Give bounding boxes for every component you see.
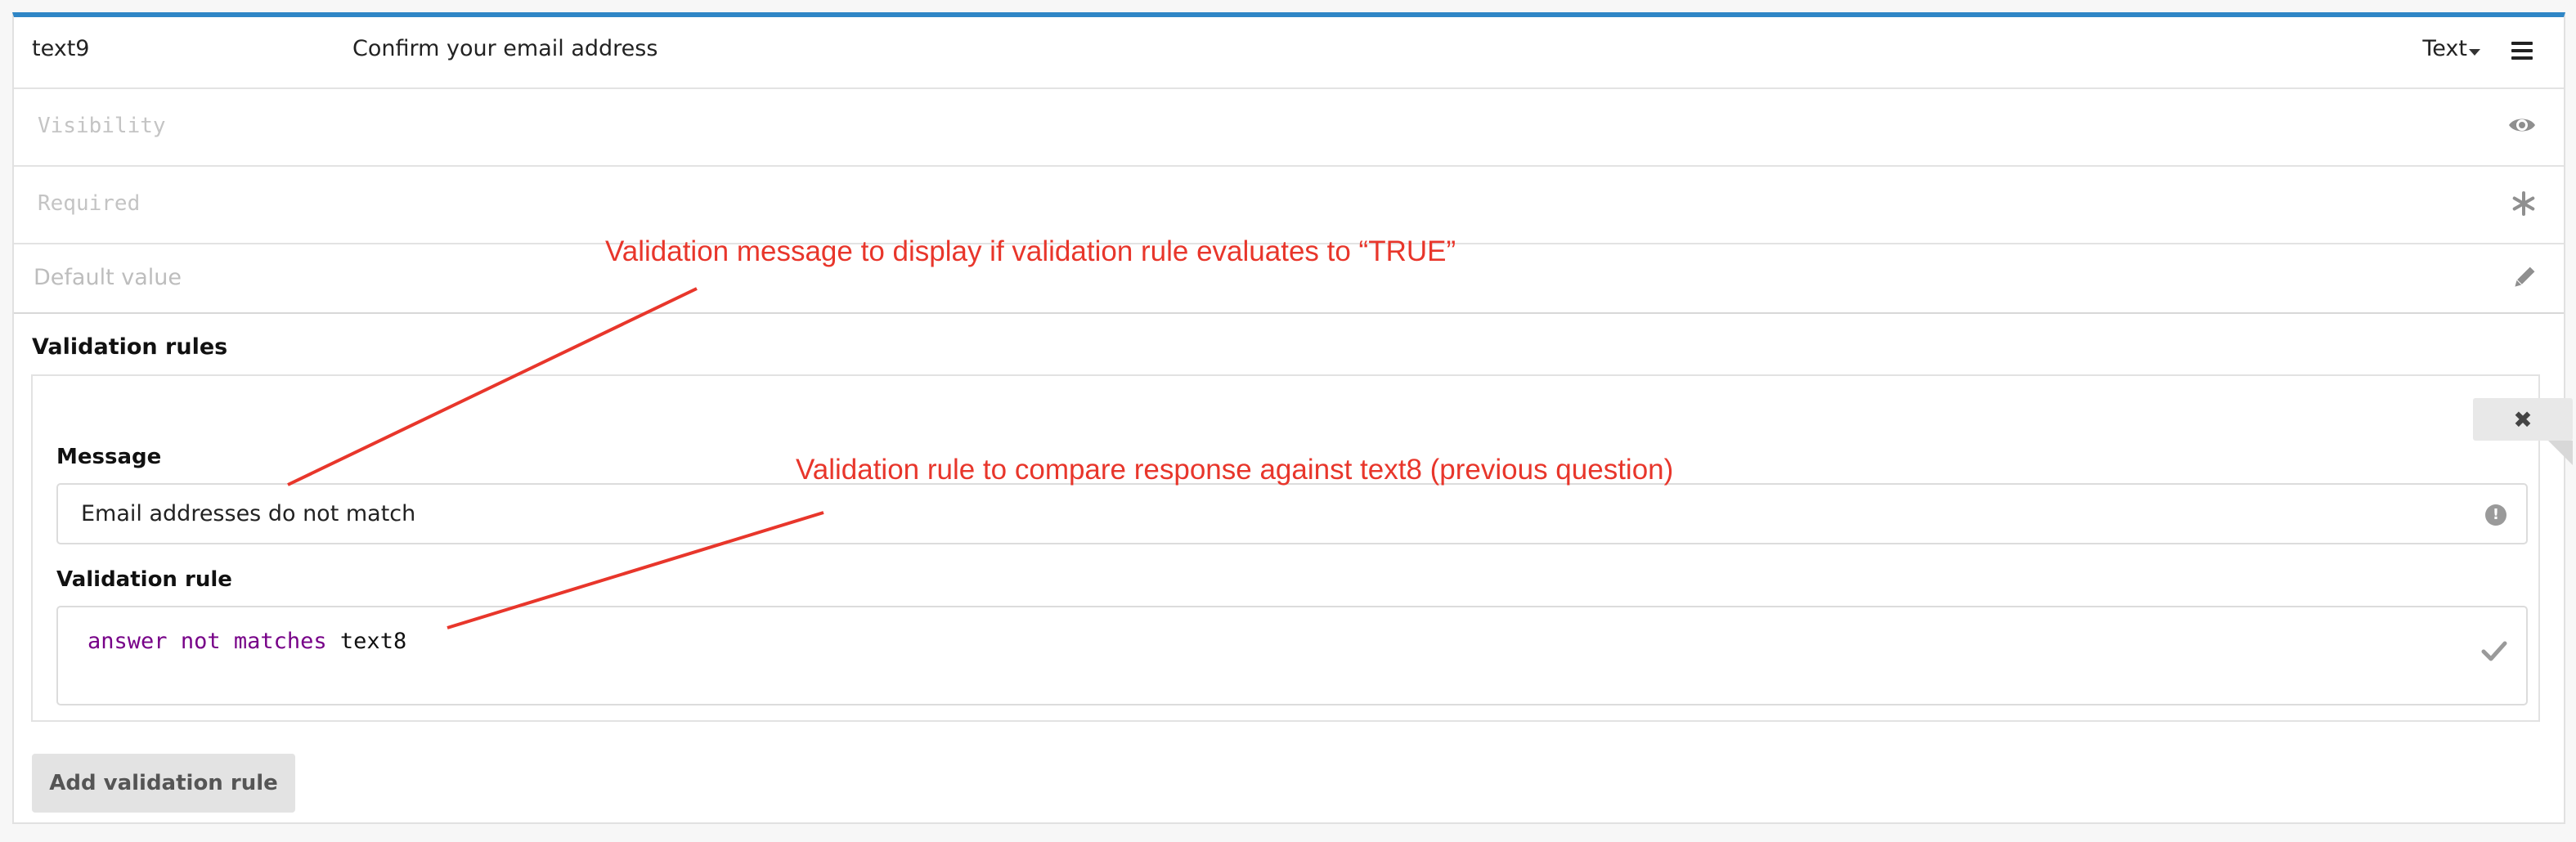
required-field[interactable]: Required	[14, 167, 2564, 244]
checkmark-icon	[2481, 641, 2507, 661]
close-icon: ✖	[2513, 406, 2533, 433]
validation-rules-heading: Validation rules	[32, 334, 228, 360]
exclamation-circle-icon: !	[2485, 504, 2506, 526]
message-input[interactable]: Email addresses do not match !	[56, 483, 2528, 544]
message-value: Email addresses do not match	[81, 501, 416, 526]
rule-token: text8	[339, 629, 407, 654]
delete-rule-button[interactable]: ✖	[2473, 398, 2573, 441]
question-id: text9	[32, 36, 90, 61]
visibility-field[interactable]: Visibility	[14, 89, 2564, 167]
question-type-dropdown[interactable]: Text	[2422, 36, 2467, 61]
add-validation-rule-button[interactable]: Add validation rule	[32, 754, 295, 813]
rule-token: matches	[233, 629, 327, 654]
visibility-placeholder: Visibility	[38, 114, 166, 138]
question-header: text9 Confirm your email address Text	[14, 17, 2564, 89]
default-value-placeholder: Default value	[34, 265, 182, 290]
rule-token: not	[180, 629, 221, 654]
annotation-message-note: Validation message to display if validat…	[605, 235, 1456, 267]
validation-rule-editor[interactable]: answer not matches text8	[56, 606, 2528, 705]
rule-token: answer	[88, 629, 168, 654]
fold-corner	[2548, 441, 2573, 465]
validation-rule-label: Validation rule	[56, 567, 232, 592]
question-panel: text9 Confirm your email address Text Vi…	[12, 12, 2573, 824]
eye-icon[interactable]	[2508, 115, 2536, 135]
annotation-rule-note: Validation rule to compare response agai…	[796, 454, 1674, 486]
pencil-icon[interactable]	[2511, 266, 2536, 290]
question-title[interactable]: Confirm your email address	[352, 36, 657, 61]
message-label: Message	[56, 445, 162, 469]
chevron-down-icon[interactable]	[2469, 49, 2480, 56]
rule-code: answer not matches text8	[88, 629, 406, 654]
asterisk-icon[interactable]	[2511, 191, 2536, 216]
hamburger-icon[interactable]	[2511, 42, 2533, 60]
required-placeholder: Required	[38, 191, 141, 216]
